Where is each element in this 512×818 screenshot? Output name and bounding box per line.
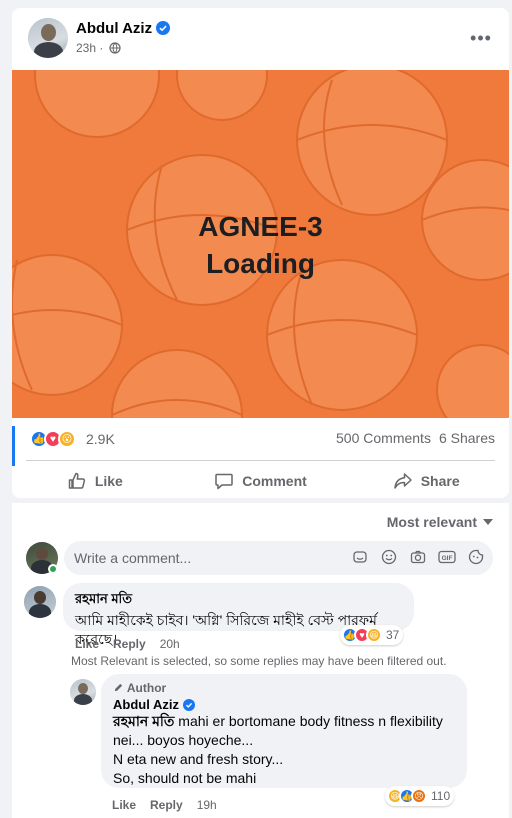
reply-reaction-count: 110 bbox=[431, 789, 451, 803]
wow-reaction-icon: 😮 bbox=[58, 430, 76, 448]
comment-icon bbox=[215, 473, 233, 490]
reply-reply-button[interactable]: Reply bbox=[150, 798, 183, 812]
comment-reply-button[interactable]: Reply bbox=[113, 637, 146, 651]
post-header: Abdul Aziz 23h · ••• bbox=[12, 8, 509, 70]
reply-author-avatar[interactable] bbox=[70, 679, 96, 705]
post-time-text[interactable]: 23h · bbox=[76, 41, 103, 55]
image-text-line-2: Loading bbox=[206, 248, 315, 279]
comment-time[interactable]: 20h bbox=[160, 637, 180, 651]
caret-down-icon bbox=[483, 519, 493, 525]
reaction-summary[interactable]: 👍 ♥ 😮 2.9K bbox=[30, 429, 115, 449]
post-actions: Like Comment Share bbox=[12, 461, 509, 498]
reply-time[interactable]: 19h bbox=[197, 798, 217, 812]
reply-like-button[interactable]: Like bbox=[112, 798, 136, 812]
post-card: Abdul Aziz 23h · ••• AGNEE-3 Loading 👍 ♥… bbox=[12, 8, 509, 498]
commenter-avatar[interactable] bbox=[24, 586, 56, 618]
comment-button[interactable]: Comment bbox=[178, 461, 344, 498]
reply-author-name-text[interactable]: Abdul Aziz bbox=[113, 697, 179, 712]
comments-count[interactable]: 500 Comments bbox=[336, 430, 431, 446]
comment-composer[interactable]: GIF bbox=[64, 541, 493, 575]
verified-badge-icon bbox=[182, 699, 195, 711]
verified-badge-icon bbox=[156, 21, 171, 35]
image-text-line-1: AGNEE-3 bbox=[198, 211, 323, 242]
more-options-button[interactable]: ••• bbox=[467, 24, 495, 52]
reply-bubble: Author Abdul Aziz রহমান মতি mahi er bort… bbox=[101, 674, 467, 788]
comment-bubble: রহমান মতি আমি মাহীকেই চাইব। 'অগ্নি' সিরি… bbox=[63, 583, 414, 647]
reply-author-name[interactable]: Abdul Aziz bbox=[113, 697, 455, 712]
post-image[interactable]: AGNEE-3 Loading bbox=[12, 70, 509, 418]
reply-text: রহমান মতি mahi er bortomane body fitness… bbox=[113, 712, 455, 788]
engagement-counts: 500 Comments 6 Shares bbox=[336, 430, 495, 446]
gif-icon[interactable]: GIF bbox=[438, 548, 456, 566]
comment-reaction-count: 37 bbox=[386, 628, 400, 642]
author-tag: Author bbox=[113, 681, 455, 695]
share-icon bbox=[393, 473, 412, 489]
reply-line-1: mahi er bortomane body fitness n flexibi… bbox=[174, 713, 443, 729]
globe-icon bbox=[109, 42, 121, 54]
thumbs-up-icon bbox=[68, 472, 85, 489]
author-name[interactable]: Abdul Aziz bbox=[76, 20, 171, 37]
camera-icon[interactable] bbox=[409, 548, 427, 566]
haha-reaction-icon: 😆 bbox=[366, 627, 382, 643]
share-button[interactable]: Share bbox=[343, 461, 509, 498]
pen-icon bbox=[114, 683, 123, 692]
post-stats: 👍 ♥ 😮 2.9K 500 Comments 6 Shares bbox=[12, 418, 509, 458]
like-button[interactable]: Like bbox=[12, 461, 178, 498]
angry-reaction-icon: 😠 bbox=[411, 788, 427, 804]
comment-label[interactable]: Comment bbox=[242, 473, 307, 489]
svg-text:GIF: GIF bbox=[442, 555, 453, 562]
reply-reactions[interactable]: 😆 👍 😠 110 bbox=[385, 786, 455, 806]
sticker-icon[interactable] bbox=[351, 548, 369, 566]
reaction-count[interactable]: 2.9K bbox=[86, 431, 115, 447]
post-image-caption: AGNEE-3 Loading bbox=[12, 208, 509, 282]
like-label[interactable]: Like bbox=[95, 473, 123, 489]
comment-actions: Like Reply 20h bbox=[75, 637, 194, 651]
comment-like-button[interactable]: Like bbox=[75, 637, 99, 651]
comments-panel: Most relevant GIF রহমান মতি আমি মাহীকেই … bbox=[12, 503, 509, 818]
author-avatar[interactable] bbox=[28, 18, 68, 58]
reply-actions: Like Reply 19h bbox=[112, 798, 231, 812]
author-name-text[interactable]: Abdul Aziz bbox=[76, 20, 152, 37]
filter-notice: Most Relevant is selected, so some repli… bbox=[71, 654, 447, 668]
reply-line-2: nei... boyos hoyeche... bbox=[113, 732, 254, 748]
shares-count[interactable]: 6 Shares bbox=[439, 430, 495, 446]
comment-input[interactable] bbox=[74, 541, 344, 575]
mention-link[interactable]: রহমান মতি bbox=[113, 713, 174, 729]
composer-tools: GIF bbox=[351, 548, 485, 566]
emoji-icon[interactable] bbox=[380, 548, 398, 566]
online-status-dot bbox=[48, 564, 58, 574]
comment-reactions[interactable]: 👍 ♥ 😆 37 bbox=[340, 625, 404, 645]
share-label[interactable]: Share bbox=[421, 473, 460, 489]
sort-dropdown[interactable]: Most relevant bbox=[387, 514, 493, 530]
commenter-name[interactable]: রহমান মতি bbox=[75, 590, 402, 611]
reply-line-3: N eta new and fresh story... bbox=[113, 751, 284, 767]
post-time[interactable]: 23h · bbox=[76, 41, 121, 55]
sort-label[interactable]: Most relevant bbox=[387, 514, 477, 530]
author-tag-label: Author bbox=[126, 681, 167, 695]
avatar-sticker-icon[interactable] bbox=[467, 548, 485, 566]
